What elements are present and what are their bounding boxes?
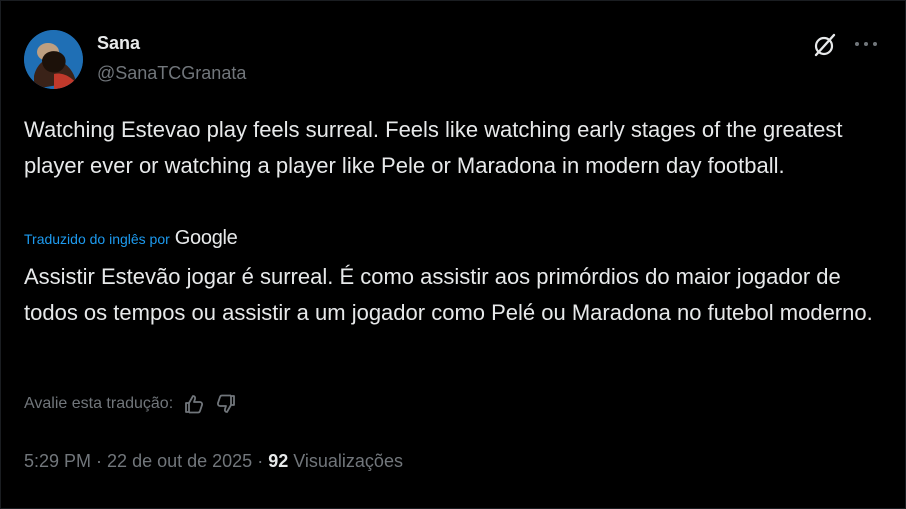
meta-separator: · bbox=[91, 451, 108, 471]
meta-separator: · bbox=[252, 451, 269, 471]
views-label: Visualizações bbox=[288, 451, 403, 471]
display-name[interactable]: Sana bbox=[97, 33, 140, 54]
avatar-image bbox=[24, 30, 83, 89]
translation-attribution: Traduzido do inglês por Google bbox=[24, 227, 238, 250]
thumbs-up-icon[interactable] bbox=[183, 393, 205, 415]
avatar[interactable] bbox=[24, 30, 83, 89]
tweet-card: Sana @SanaTCGranata Watching Estevao pla… bbox=[0, 0, 906, 509]
rate-translation-label: Avalie esta tradução: bbox=[24, 395, 174, 412]
rate-translation: Avalie esta tradução: bbox=[24, 393, 237, 415]
translated-label[interactable]: Traduzido do inglês por bbox=[24, 231, 170, 247]
translated-text: Assistir Estevão jogar é surreal. É como… bbox=[24, 264, 873, 325]
thumbs-down-icon[interactable] bbox=[215, 393, 237, 415]
views-count[interactable]: 92 bbox=[268, 451, 288, 471]
tweet-time[interactable]: 5:29 PM bbox=[24, 451, 91, 471]
tweet-text: Watching Estevao play feels surreal. Fee… bbox=[24, 117, 843, 178]
tweet-meta: 5:29 PM · 22 de out de 2025 · 92 Visuali… bbox=[24, 451, 403, 472]
grok-icon[interactable] bbox=[812, 32, 838, 58]
more-icon[interactable] bbox=[852, 32, 880, 56]
tweet-date[interactable]: 22 de out de 2025 bbox=[107, 451, 252, 471]
google-logo: Google bbox=[174, 227, 238, 249]
user-handle[interactable]: @SanaTCGranata bbox=[97, 63, 246, 84]
